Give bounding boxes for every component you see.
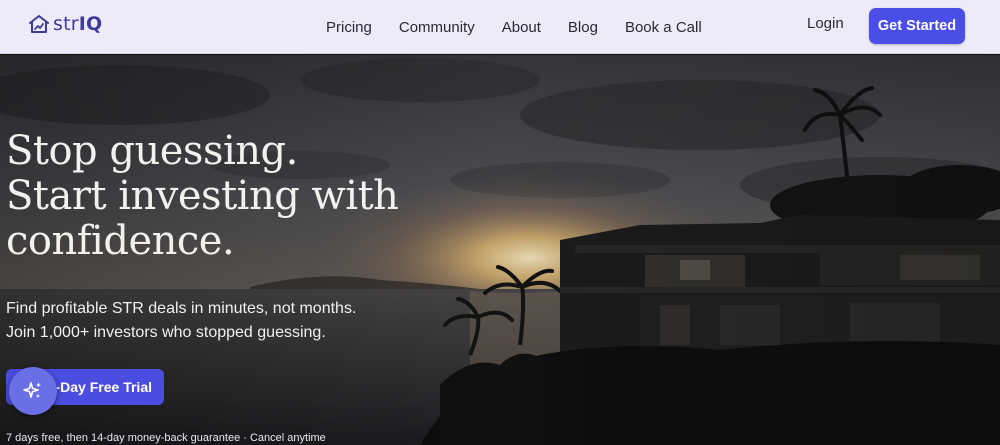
chat-assistant-button[interactable] bbox=[9, 367, 57, 415]
top-nav: strIQ Pricing Community About Blog Book … bbox=[0, 0, 1000, 54]
logo-text: strIQ bbox=[53, 13, 102, 35]
trial-fine-print: 7 days free, then 14-day money-back guar… bbox=[6, 432, 326, 444]
hero-subheadline: Find profitable STR deals in minutes, no… bbox=[6, 297, 426, 345]
login-link[interactable]: Login bbox=[807, 15, 844, 32]
hero-subheadline-line-1: Find profitable STR deals in minutes, no… bbox=[6, 300, 357, 317]
hero-headline-line-3: confidence. bbox=[6, 218, 235, 264]
get-started-button[interactable]: Get Started bbox=[869, 8, 965, 44]
nav-link-community[interactable]: Community bbox=[399, 19, 475, 36]
sparkles-icon bbox=[23, 382, 41, 398]
hero-section: Stop guessing. Start investing with conf… bbox=[0, 55, 1000, 445]
nav-links: Pricing Community About Blog Book a Call bbox=[326, 0, 702, 54]
hero-headline: Stop guessing. Start investing with conf… bbox=[6, 129, 426, 264]
free-trial-button-label: -Day Free Trial bbox=[55, 379, 153, 395]
logo[interactable]: strIQ bbox=[28, 13, 102, 35]
logo-text-suffix: IQ bbox=[78, 13, 103, 35]
hero-headline-line-2: Start investing with bbox=[6, 173, 399, 219]
nav-link-about[interactable]: About bbox=[502, 19, 541, 36]
nav-link-book-a-call[interactable]: Book a Call bbox=[625, 19, 702, 36]
house-logo-icon bbox=[29, 15, 49, 33]
hero-subheadline-line-2: Join 1,000+ investors who stopped guessi… bbox=[6, 324, 326, 341]
logo-text-prefix: str bbox=[53, 13, 79, 35]
nav-link-blog[interactable]: Blog bbox=[568, 19, 598, 36]
nav-link-pricing[interactable]: Pricing bbox=[326, 19, 372, 36]
hero-headline-line-1: Stop guessing. bbox=[6, 128, 298, 174]
